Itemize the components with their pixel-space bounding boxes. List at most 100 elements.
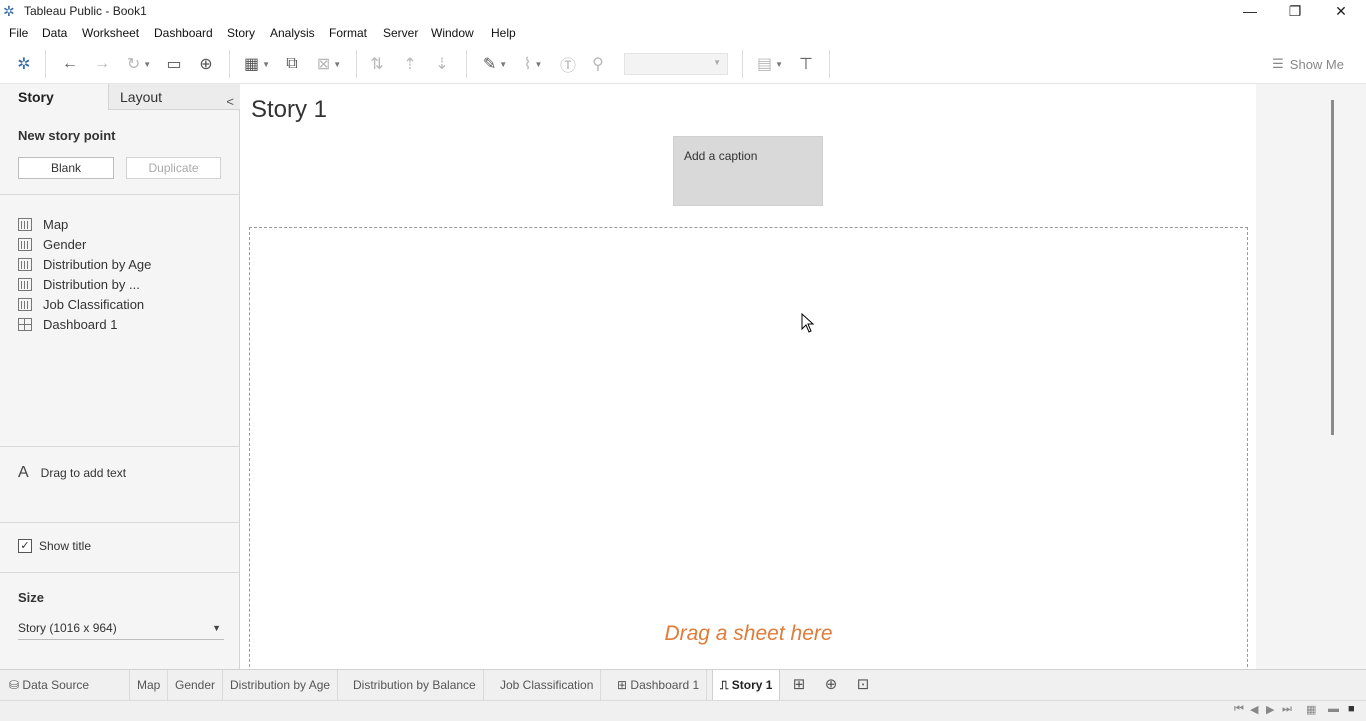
menu-window[interactable]: Window [431,26,474,40]
tab-layout[interactable]: Layout < [108,84,240,110]
title-bar: ✲ Tableau Public - Book1 — ❐ ✕ [0,0,1366,23]
fit-icon[interactable]: ▤ ▼ [753,53,787,75]
divider [0,446,240,447]
first-sheet-icon[interactable]: ⏮ [1234,703,1244,716]
tableau-logo-icon[interactable]: ✲ [14,53,34,75]
worksheet-icon [18,257,32,271]
restore-button[interactable]: ❐ [1272,0,1318,23]
divider [0,194,240,195]
story-point-caption[interactable]: Add a caption [673,136,823,206]
show-title-checkbox-row[interactable]: ✓ Show title [18,539,91,553]
menu-format[interactable]: Format [329,26,367,40]
tab-data-source[interactable]: ⛁ Data Source [0,670,130,701]
vertical-scrollbar[interactable] [1331,100,1334,435]
show-me-button[interactable]: ☰ Show Me [1272,56,1344,72]
group-icon[interactable]: ⌇ ▼ [516,53,550,75]
sheet-item-distribution-by-balance[interactable]: Distribution by ... [18,274,238,294]
worksheet-icon [18,237,32,251]
close-window-button[interactable]: ✕ [1318,0,1364,23]
clear-icon[interactable]: ⊠ ▼ [312,53,346,75]
last-sheet-icon[interactable]: ⏭ [1282,703,1292,716]
tab-layout-label: Layout [120,89,163,105]
next-sheet-icon[interactable]: ▶ [1266,703,1274,716]
tab-story-1-label: Story 1 [731,678,773,692]
pin-icon[interactable]: ⚲ [587,53,609,75]
tab-distribution-by-age[interactable]: Distribution by Age [223,670,339,701]
drag-to-add-text[interactable]: A Drag to add text [18,464,126,482]
previous-sheet-icon[interactable]: ◀ [1250,703,1258,716]
story-size-value: Story (1016 x 964) [18,621,117,635]
menu-story[interactable]: Story [227,26,255,40]
blank-button[interactable]: Blank [18,157,114,179]
new-worksheet-tab-icon[interactable]: ⊞ [785,670,813,701]
sheet-drop-zone[interactable]: Drag a sheet here [249,227,1248,677]
duplicate-icon[interactable]: ⧉ [281,53,303,75]
menu-worksheet[interactable]: Worksheet [82,26,139,40]
menu-data[interactable]: Data [42,26,67,40]
tab-story[interactable]: Story [0,84,108,110]
menu-file[interactable]: File [9,26,28,40]
new-story-tab-icon[interactable]: ⊡ [849,670,877,701]
new-dashboard-tab-icon[interactable]: ⊕ [817,670,845,701]
toolbar-separator [829,50,830,78]
toolbar-separator [742,50,743,78]
add-datasource-icon[interactable]: ⊕ [195,53,217,75]
drop-hint: Drag a sheet here [664,622,833,645]
sheet-item-gender[interactable]: Gender [18,234,238,254]
drag-to-add-text-label: Drag to add text [40,466,127,480]
worksheet-icon [18,297,32,311]
menu-dashboard[interactable]: Dashboard [154,26,213,40]
database-icon: ⛁ [9,678,20,692]
sheet-item-distribution-by-age[interactable]: Distribution by Age [18,254,238,274]
sheet-sorter-icon[interactable]: ▦ [1306,703,1316,716]
undo-icon[interactable]: ← [59,53,81,75]
tab-dashboard-1[interactable]: ⊞ Dashboard 1 [610,670,708,701]
worksheet-icon [18,217,32,231]
sheet-item-dashboard-1[interactable]: Dashboard 1 [18,314,238,334]
sort-ascending-icon[interactable]: ⇡ [399,53,421,75]
size-heading: Size [18,590,45,605]
story-title[interactable]: Story 1 [251,96,327,124]
sheet-item-job-classification[interactable]: Job Classification [18,294,238,314]
tab-map[interactable]: Map [130,670,169,701]
menu-help[interactable]: Help [491,26,516,40]
labels-icon[interactable]: Ⓣ [557,53,579,75]
dashboard-icon [18,317,32,331]
tab-gender[interactable]: Gender [168,670,224,701]
status-bar: ⏮ ◀ ▶ ⏭ ▦ ▬ ■ [0,700,1366,721]
tabs-view-icon[interactable]: ■ [1348,703,1355,715]
tab-job-classification[interactable]: Job Classification [493,670,602,701]
swap-icon[interactable]: ⇅ [366,53,388,75]
duplicate-button[interactable]: Duplicate [126,157,221,179]
sheet-item-label: Map [43,216,69,232]
tab-distribution-by-balance[interactable]: Distribution by Balance [346,670,484,701]
sort-descending-icon[interactable]: ⇣ [431,53,453,75]
toolbar-separator [45,50,46,78]
story-size-select[interactable]: Story (1016 x 964) ▼ [18,618,224,640]
sheet-tabs-bar: ⛁ Data Source Map Gender Distribution by… [0,669,1366,701]
redo-icon[interactable]: → [91,53,113,75]
menu-analysis[interactable]: Analysis [270,26,315,40]
collapse-pane-icon[interactable]: < [226,89,234,115]
fit-select[interactable]: ▼ [624,53,728,75]
filmstrip-icon[interactable]: ▬ [1328,703,1339,715]
save-icon[interactable]: ▭ [163,53,185,75]
tab-story-1[interactable]: ⎍ Story 1 [712,670,781,701]
show-title-checkbox[interactable]: ✓ [18,539,32,553]
sheet-item-map[interactable]: Map [18,214,238,234]
toolbar: ✲ ← → ↻ ▼ ▭ ⊕ ▦ ▼ ⧉ ⊠ ▼ ⇅ ⇡ ⇣ ✎ ▼ ⌇ ▼ Ⓣ ⚲ ▼ ▤… [0,44,1366,84]
new-worksheet-icon[interactable]: ▦ ▼ [240,53,274,75]
menu-server[interactable]: Server [383,26,418,40]
text-object-icon: A [18,464,29,481]
sheet-item-label: Distribution by Age [43,256,152,272]
minimize-button[interactable]: — [1227,0,1273,23]
replay-icon[interactable]: ↻ ▼ [121,53,157,75]
highlight-icon[interactable]: ✎ ▼ [479,53,511,75]
toolbar-separator [466,50,467,78]
sheet-list: Map Gender Distribution by Age Distribut… [18,214,238,334]
sheet-item-label: Distribution by ... [43,276,140,292]
sheet-item-label: Dashboard 1 [43,316,118,332]
chevron-down-icon: ▼ [212,623,221,633]
presentation-icon[interactable]: ⊤ [795,53,817,75]
window-title: Tableau Public - Book1 [24,4,147,18]
